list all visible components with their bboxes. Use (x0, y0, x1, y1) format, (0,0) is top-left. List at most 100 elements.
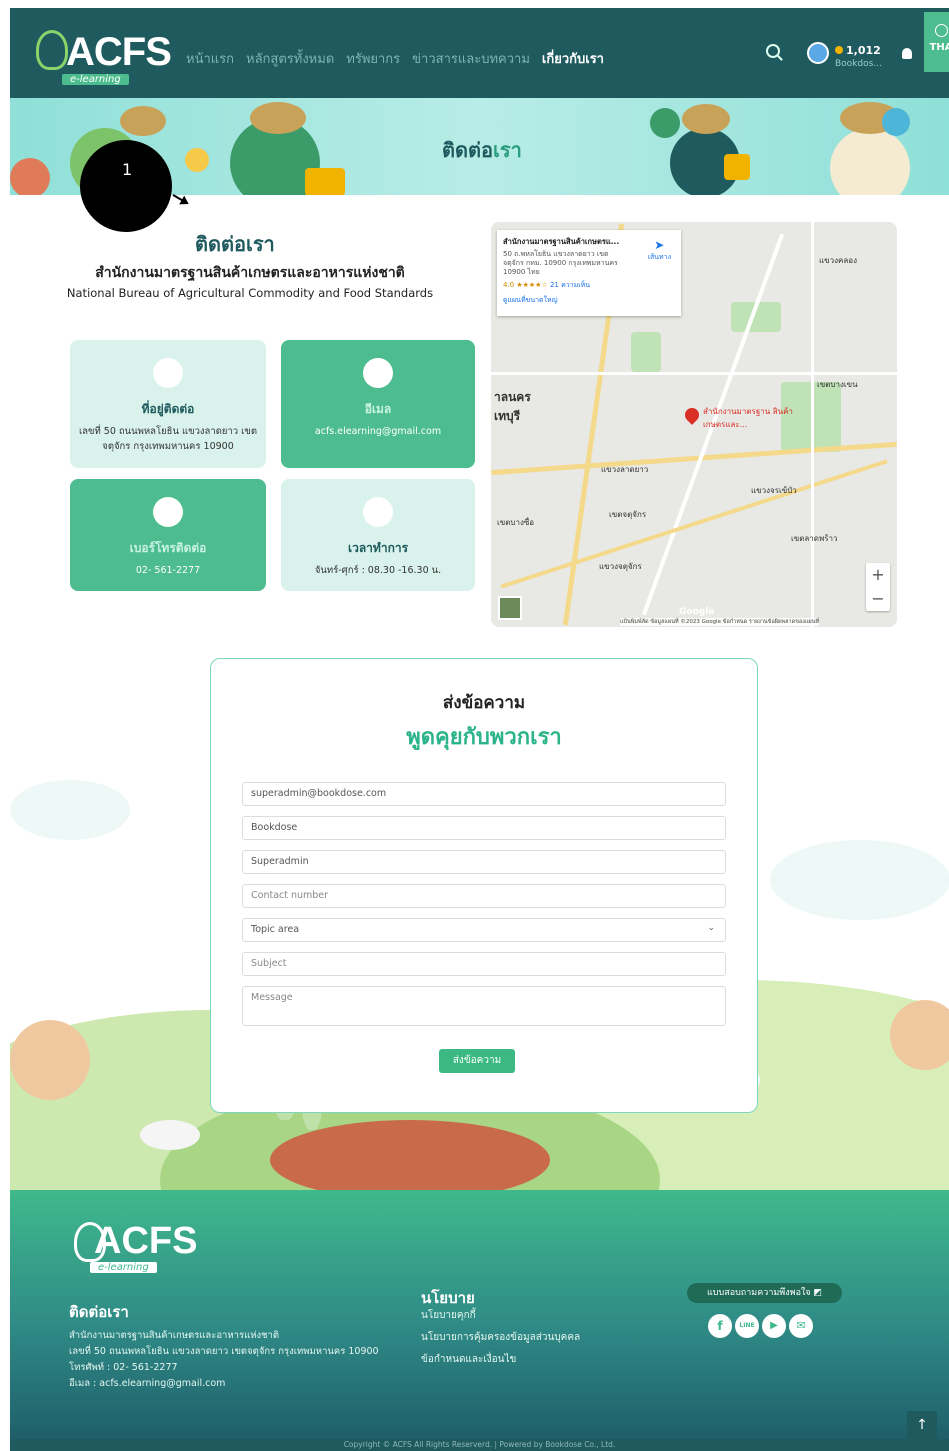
hours-card: เวลาทำการ จันทร์-ศุกร์ : 08.30 -16.30 น. (281, 479, 475, 591)
phone-card: เบอร์โทรติดต่อ 02- 561-2277 (70, 479, 266, 591)
last-name-field[interactable]: Superadmin (242, 850, 726, 874)
footer-logo-text: ACFS (94, 1220, 198, 1262)
map-zoom-control: + − (866, 563, 890, 611)
map-place-label: าลนคร เทบุรี (494, 390, 531, 423)
footer-address: เลขที่ 50 ถนนพหลโยธิน แขวงลาดยาว เขตจตุจ… (69, 1346, 379, 1357)
topic-select[interactable]: Topic area ⌄ (242, 918, 726, 942)
top-navbar: ACFS e-learning หน้าแรก หลักสูตรทั้งหมด … (10, 8, 949, 98)
footer-logo[interactable]: ACFS e-learning (70, 1212, 210, 1282)
map-place-label: แขวงลาดยาว (601, 465, 649, 474)
map-road (491, 372, 897, 375)
back-to-top-button[interactable]: ↑ (907, 1411, 937, 1439)
nav-courses[interactable]: หลักสูตรทั้งหมด (246, 48, 334, 69)
google-logo: Google (679, 607, 715, 617)
footer-policy-title: นโยบาย (421, 1289, 475, 1307)
email-value[interactable]: acfs.elearning@gmail.com (289, 424, 467, 439)
page-title: ติดต่อเรา (442, 138, 522, 162)
hat-illustration (120, 106, 166, 136)
acfs-logo[interactable]: ACFS e-learning (32, 20, 172, 86)
line-icon[interactable]: LINE (735, 1314, 759, 1338)
nav-resources[interactable]: ทรัพยากร (346, 48, 400, 69)
hat-illustration (250, 102, 306, 134)
send-message-button[interactable]: ส่งข้อความ (439, 1049, 515, 1073)
youtube-icon[interactable]: ▶ (762, 1314, 786, 1338)
cow-illustration (140, 1120, 200, 1150)
address-label: ที่อยู่ติดต่อ (141, 402, 195, 416)
map-road (811, 222, 814, 627)
bell-icon[interactable] (902, 48, 912, 59)
language-label: THA (929, 42, 949, 53)
nav-home[interactable]: หน้าแรก (186, 48, 234, 69)
avatar[interactable] (807, 42, 829, 64)
phone-value[interactable]: 02- 561-2277 (78, 563, 258, 578)
privacy-policy-link[interactable]: นโยบายการคุ้มครองข้อมูลส่วนบุคคล (421, 1330, 580, 1345)
tractor-icon (305, 168, 345, 195)
email-card: อีเมล acfs.elearning@gmail.com (281, 340, 475, 468)
logo-text: ACFS (66, 30, 172, 74)
map-place-label: เขตบางซื่อ (497, 518, 535, 527)
contact-title: ติดต่อเรา (195, 232, 275, 256)
map-park (631, 332, 661, 372)
directions-button[interactable]: ➤ เส้นทาง (648, 238, 671, 263)
org-name-english: National Bureau of Agricultural Commodit… (66, 286, 434, 300)
arrow-icon (172, 194, 188, 204)
vegetable-illustration (10, 158, 50, 195)
field-illustration (270, 1120, 550, 1190)
subject-field[interactable]: Subject (242, 952, 726, 976)
footer-contact-title: ติดต่อเรา (69, 1303, 129, 1321)
globe-icon (935, 24, 948, 37)
form-subtitle: ส่งข้อความ (442, 693, 526, 713)
hat-illustration (682, 104, 730, 134)
farmer-illustration (830, 128, 910, 195)
farmer-illustration (10, 1020, 90, 1100)
footer-logo-subtitle: e-learning (90, 1262, 157, 1273)
cookie-policy-link[interactable]: นโยบายคุกกี้ (421, 1308, 476, 1323)
message-textarea[interactable]: Message (242, 986, 726, 1026)
zoom-out-button[interactable]: − (866, 587, 890, 611)
map-place-label: แขวงคลอง (819, 256, 857, 265)
map-info-card: สำนักงานมาตรฐานสินค้าเกษตรแ... 50 ถ.พหลโ… (497, 230, 681, 316)
map-place-label: เขตลาดพร้าว (791, 534, 838, 543)
contact-form: ส่งข้อความ พูดคุยกับพวกเรา superadmin@bo… (210, 658, 758, 1113)
footer-org: สำนักงานมาตรฐานสินค้าเกษตรและอาหารแห่งชา… (69, 1330, 280, 1341)
copyright: Copyright © ACFS All Rights Reserverd. |… (10, 1439, 949, 1451)
wifi-icon (650, 108, 680, 138)
contact-number-field[interactable]: Contact number (242, 884, 726, 908)
external-link-icon: ◩ (813, 1288, 823, 1298)
map-address: 50 ถ.พหลโยธิน แขวงลาดยาว เขตจตุจักร กทม.… (503, 250, 618, 276)
search-icon[interactable] (766, 44, 780, 58)
language-switch[interactable]: THA (924, 12, 949, 72)
envelope-icon (363, 358, 393, 388)
map-place-label: เขตจตุจักร (609, 510, 647, 519)
mail-icon[interactable]: ✉ (789, 1314, 813, 1338)
nav-news[interactable]: ข่าวสารและบทความ (412, 48, 530, 69)
nav-about[interactable]: เกี่ยวกับเรา (542, 48, 604, 69)
cloud-illustration (770, 840, 949, 920)
map-satellite-toggle[interactable] (498, 596, 522, 620)
map-rating: 4.0 ★★★★☆ 21 ความเห็น (503, 281, 591, 289)
topic-select-value: Topic area (251, 924, 300, 935)
footer-email: อีเมล : acfs.elearning@gmail.com (69, 1378, 226, 1389)
facebook-icon[interactable]: f (708, 1314, 732, 1338)
water-drop-icon (882, 108, 910, 136)
step-marker: 1 (80, 140, 172, 232)
coin-count: 1,012 (835, 44, 881, 57)
location-pin-icon (153, 358, 183, 388)
map-pin-label: สำนักงานมาตรฐาน สินค้าเกษตรและ... (703, 407, 793, 429)
main-nav: หน้าแรก หลักสูตรทั้งหมด ทรัพยากร ข่าวสาร… (186, 48, 604, 69)
map-place-label: เขตบางเขน (817, 380, 858, 389)
email-field[interactable]: superadmin@bookdose.com (242, 782, 726, 806)
address-card: ที่อยู่ติดต่อ เลขที่ 50 ถนนพหลโยธิน แขวง… (70, 340, 266, 468)
sun-icon (185, 148, 209, 172)
first-name-field[interactable]: Bookdose (242, 816, 726, 840)
map-footer[interactable]: แป้นพิมพ์ลัด ข้อมูลแผนที่ ©2023 Google ข… (620, 618, 820, 626)
survey-button[interactable]: แบบสอบถามความพึงพอใจ ◩ (687, 1283, 842, 1303)
chevron-down-icon: ⌄ (707, 923, 715, 933)
directions-icon: ➤ (654, 238, 665, 252)
terms-link[interactable]: ข้อกำหนดและเงื่อนไข (421, 1352, 516, 1367)
username[interactable]: Bookdos... (835, 59, 882, 69)
map-place-label: แขวงจรเข้บัว (751, 486, 797, 495)
view-larger-map-link[interactable]: ดูแผนที่ขนาดใหญ่ (503, 295, 675, 306)
phone-icon (153, 497, 183, 527)
zoom-in-button[interactable]: + (866, 563, 890, 587)
